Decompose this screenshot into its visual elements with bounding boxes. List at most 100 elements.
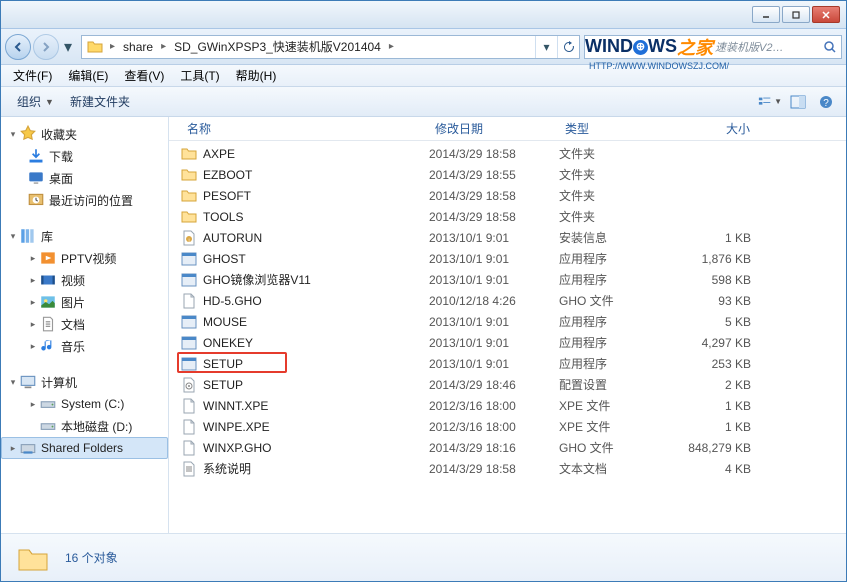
sidebar-item[interactable]: ▸视频 [1, 269, 168, 291]
explorer-window: ▾ ▸ share ▸ SD_GWinXPSP3_快速装机版V201404 ▸ … [0, 0, 847, 582]
file-type: 应用程序 [559, 355, 679, 372]
file-row[interactable]: AUTORUN2013/10/1 9:01安装信息1 KB [169, 227, 846, 248]
file-list[interactable]: AXPE2014/3/29 18:58文件夹EZBOOT2014/3/29 18… [169, 141, 846, 533]
sidebar-item[interactable]: ▸音乐 [1, 335, 168, 357]
file-date: 2010/12/18 4:26 [429, 294, 559, 308]
sidebar-computer[interactable]: ▾ 计算机 [1, 371, 168, 393]
menu-file[interactable]: 文件(F) [5, 67, 60, 84]
file-name: EZBOOT [203, 168, 252, 182]
sidebar-item-recent[interactable]: 最近访问的位置 [1, 189, 168, 211]
file-type: 应用程序 [559, 271, 679, 288]
column-date[interactable]: 修改日期 [429, 120, 559, 137]
column-type[interactable]: 类型 [559, 120, 679, 137]
file-name: 系统说明 [203, 460, 251, 477]
organize-button[interactable]: 组织 ▼ [9, 91, 62, 112]
sidebar-item[interactable]: ▸文档 [1, 313, 168, 335]
search-box[interactable]: WIND⊕WS 之家 速装机版V2… HTTP://WWW.WINDOWSZJ.… [584, 35, 842, 59]
file-name: WINXP.GHO [203, 441, 271, 455]
address-bar[interactable]: ▸ share ▸ SD_GWinXPSP3_快速装机版V201404 ▸ ▾ [81, 35, 580, 59]
sidebar[interactable]: ▾ 收藏夹 下载 桌面 最近访问的位置 [1, 117, 169, 533]
file-row[interactable]: PESOFT2014/3/29 18:58文件夹 [169, 185, 846, 206]
file-row[interactable]: TOOLS2014/3/29 18:58文件夹 [169, 206, 846, 227]
file-row[interactable]: HD-5.GHO 2010/12/18 4:26GHO 文件93 KB [169, 290, 846, 311]
star-icon [19, 125, 37, 143]
folder-icon [181, 209, 197, 225]
file-type: GHO 文件 [559, 292, 679, 309]
maximize-button[interactable] [782, 6, 810, 23]
new-folder-button[interactable]: 新建文件夹 [62, 91, 138, 112]
sidebar-item-c-drive[interactable]: ▸System (C:) [1, 393, 168, 415]
file-name: GHOST [203, 252, 246, 266]
file-row[interactable]: ONEKEY2013/10/1 9:01应用程序4,297 KB [169, 332, 846, 353]
file-row[interactable]: AXPE2014/3/29 18:58文件夹 [169, 143, 846, 164]
nav-history-dropdown[interactable]: ▾ [61, 34, 75, 60]
file-name: HD-5.GHO [203, 294, 262, 308]
caret-icon[interactable]: ▾ [7, 377, 19, 388]
file-size: 5 KB [679, 315, 779, 329]
file-date: 2014/3/29 18:58 [429, 189, 559, 203]
refresh-button[interactable] [557, 36, 579, 58]
sidebar-item-shared-folders[interactable]: ▸Shared Folders [1, 437, 168, 459]
file-size: 598 KB [679, 273, 779, 287]
column-size[interactable]: 大小 [679, 120, 779, 137]
toolbar: 组织 ▼ 新建文件夹 ▼ ? [1, 87, 846, 117]
video-icon [39, 271, 57, 289]
file-row[interactable]: EZBOOT2014/3/29 18:55文件夹 [169, 164, 846, 185]
file-row[interactable]: WINNT.XPE2012/3/16 18:00XPE 文件1 KB [169, 395, 846, 416]
breadcrumb-segment[interactable]: share [117, 36, 159, 58]
file-type: 应用程序 [559, 313, 679, 330]
minimize-button[interactable] [752, 6, 780, 23]
search-icon[interactable] [823, 40, 837, 54]
menu-view[interactable]: 查看(V) [116, 67, 172, 84]
file-type: 文件夹 [559, 208, 679, 225]
sidebar-favorites[interactable]: ▾ 收藏夹 [1, 123, 168, 145]
close-button[interactable] [812, 6, 840, 23]
sidebar-item[interactable]: ▸图片 [1, 291, 168, 313]
file-row[interactable]: WINXP.GHO2014/3/29 18:16GHO 文件848,279 KB [169, 437, 846, 458]
sidebar-item-d-drive[interactable]: 本地磁盘 (D:) [1, 415, 168, 437]
file-name: SETUP [203, 357, 243, 371]
exe-icon [181, 272, 197, 288]
menu-edit[interactable]: 编辑(E) [60, 67, 116, 84]
menu-tools[interactable]: 工具(T) [172, 67, 227, 84]
file-type: 文件夹 [559, 166, 679, 183]
breadcrumb-segment[interactable]: SD_GWinXPSP3_快速装机版V201404 [168, 36, 387, 58]
file-type: XPE 文件 [559, 418, 679, 435]
file-row[interactable]: GHO镜像浏览器V112013/10/1 9:01应用程序598 KB [169, 269, 846, 290]
nav-arrows: ▾ [5, 34, 75, 60]
file-row[interactable]: WINPE.XPE2012/3/16 18:00XPE 文件1 KB [169, 416, 846, 437]
address-dropdown-button[interactable]: ▾ [535, 36, 557, 58]
file-date: 2013/10/1 9:01 [429, 231, 559, 245]
exe-icon [181, 251, 197, 267]
folder-icon [181, 167, 197, 183]
preview-pane-button[interactable] [786, 91, 810, 113]
caret-icon[interactable]: ▾ [7, 231, 19, 242]
chevron-down-icon: ▼ [45, 97, 54, 107]
view-options-button[interactable]: ▼ [758, 91, 782, 113]
sidebar-item[interactable]: ▸PPTV视频 [1, 247, 168, 269]
file-row[interactable]: SETUP2014/3/29 18:46配置设置2 KB [169, 374, 846, 395]
file-date: 2013/10/1 9:01 [429, 315, 559, 329]
sidebar-item-downloads[interactable]: 下载 [1, 145, 168, 167]
file-icon [181, 440, 197, 456]
logo-url: HTTP://WWW.WINDOWSZJ.COM/ [589, 61, 729, 71]
sidebar-item-desktop[interactable]: 桌面 [1, 167, 168, 189]
search-placeholder-suffix: 速装机版V2… [715, 39, 783, 55]
forward-button[interactable] [33, 34, 59, 60]
file-row[interactable]: MOUSE2013/10/1 9:01应用程序5 KB [169, 311, 846, 332]
file-name: ONEKEY [203, 336, 253, 350]
column-name[interactable]: 名称 [181, 120, 429, 137]
file-row[interactable]: GHOST2013/10/1 9:01应用程序1,876 KB [169, 248, 846, 269]
sidebar-libraries[interactable]: ▾ 库 [1, 225, 168, 247]
caret-icon[interactable]: ▾ [7, 129, 19, 140]
file-date: 2013/10/1 9:01 [429, 252, 559, 266]
file-row[interactable]: 系统说明2014/3/29 18:58文本文档4 KB [169, 458, 846, 479]
main-panel: 名称 修改日期 类型 大小 AXPE2014/3/29 18:58文件夹EZBO… [169, 117, 846, 533]
file-size: 93 KB [679, 294, 779, 308]
file-type: 文件夹 [559, 145, 679, 162]
sidebar-label: 收藏夹 [41, 126, 77, 143]
file-row[interactable]: SETUP2013/10/1 9:01应用程序253 KB [169, 353, 846, 374]
help-button[interactable]: ? [814, 91, 838, 113]
back-button[interactable] [5, 34, 31, 60]
menu-help[interactable]: 帮助(H) [228, 67, 285, 84]
